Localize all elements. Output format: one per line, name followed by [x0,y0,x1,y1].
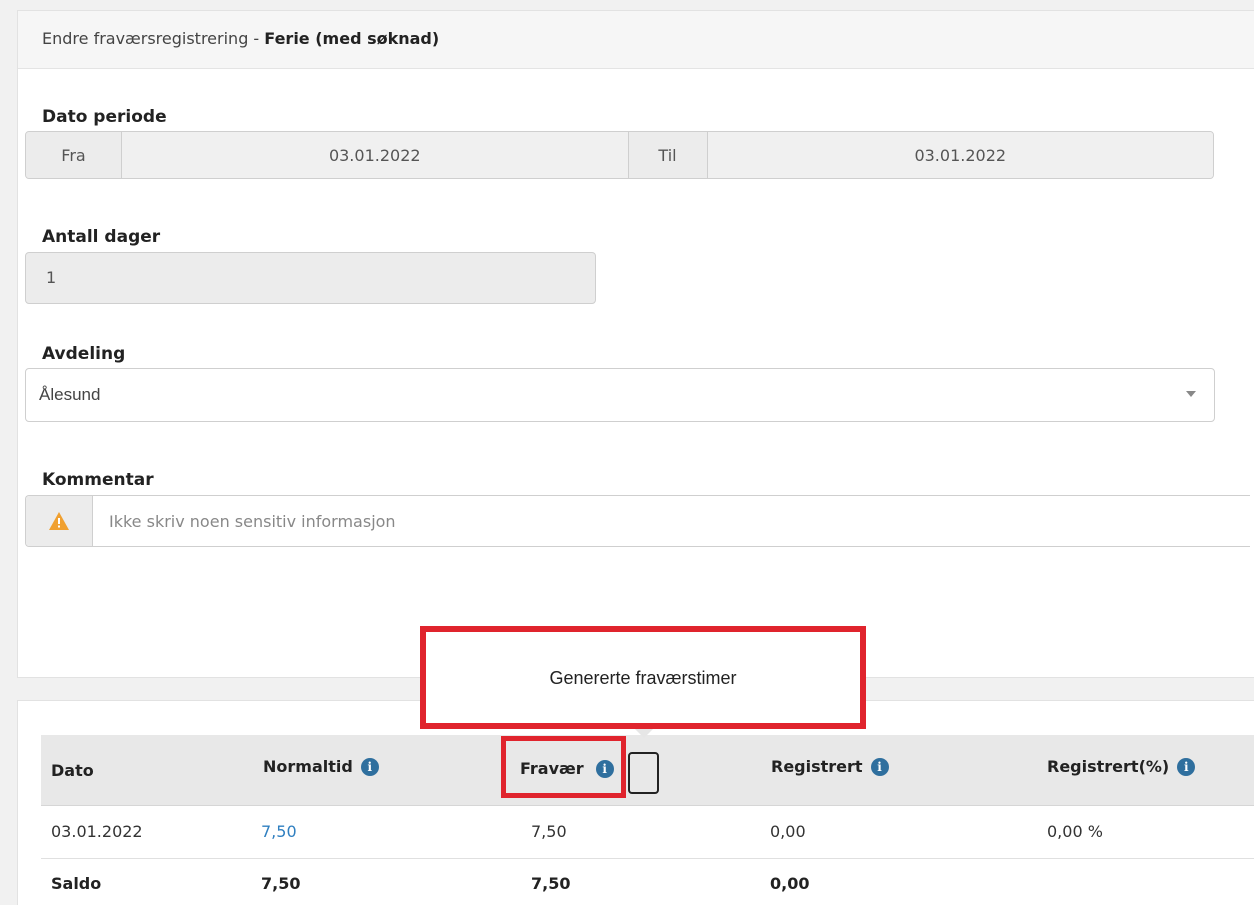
comment-group [25,495,1250,547]
cell-dato: 03.01.2022 [51,822,143,841]
tooltip-popover: Genererte fraværstimer [420,626,866,729]
col-registrert: Registrert i [771,757,889,776]
dropdown-caret-icon [1186,391,1196,397]
table-row: 03.01.2022 7,50 7,50 0,00 0,00 % [41,806,1254,859]
info-icon[interactable]: i [360,757,379,776]
info-icon[interactable]: i [1177,757,1196,776]
col-registrert-pct: Registrert(%) i [1047,757,1196,776]
date-period-label: Dato periode [42,107,167,127]
comment-label: Kommentar [42,470,154,490]
department-select[interactable]: Ålesund [25,368,1215,422]
col-normaltid: Normaltid i [263,757,379,776]
total-registrert: 0,00 [770,874,810,893]
date-period-group: Fra 03.01.2022 Til 03.01.2022 [25,131,1214,179]
focus-outline-info-icon [628,752,659,794]
tooltip-arrow [635,729,653,738]
total-label: Saldo [51,874,102,893]
total-normaltid: 7,50 [261,874,301,893]
table-total-row: Saldo 7,50 7,50 0,00 [41,859,1254,905]
from-addon: Fra [26,132,122,178]
highlight-box-fravaer [501,736,626,798]
total-fravaer: 7,50 [531,874,571,893]
days-label: Antall dager [42,227,161,247]
col-dato: Dato [51,761,94,780]
to-addon: Til [627,132,708,178]
comment-input[interactable] [93,496,1250,546]
days-field: 1 [25,252,596,304]
warning-icon [26,496,93,546]
from-date-field[interactable]: 03.01.2022 [122,132,628,178]
absence-type: Ferie (med søknad) [264,29,440,48]
cell-registrert-pct: 0,00 % [1047,822,1103,841]
department-selected-value: Ålesund [39,385,101,404]
cell-normaltid-link[interactable]: 7,50 [261,822,297,841]
cell-fravaer: 7,50 [531,822,567,841]
department-label: Avdeling [42,344,126,364]
to-date-field[interactable]: 03.01.2022 [707,132,1213,178]
edit-absence-panel: Endre fraværsregistrering - Ferie (med s… [17,10,1254,678]
info-icon[interactable]: i [870,757,889,776]
cell-registrert: 0,00 [770,822,806,841]
panel-title: Endre fraværsregistrering - Ferie (med s… [42,29,440,48]
panel-header: Endre fraværsregistrering - Ferie (med s… [18,11,1254,69]
